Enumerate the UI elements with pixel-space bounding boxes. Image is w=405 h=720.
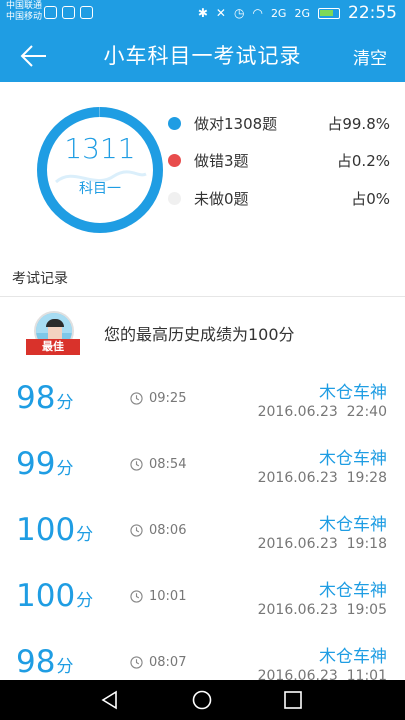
undone-dot-icon <box>168 192 181 205</box>
best-score-text: 您的最高历史成绩为100分 <box>104 325 295 344</box>
battery-icon <box>318 7 340 19</box>
record-score: 98分 <box>16 380 74 416</box>
status-time: 22:55 <box>348 3 397 23</box>
wechat-icon <box>62 6 75 19</box>
correct-arc <box>37 107 163 233</box>
record-user: 木仓车神 <box>319 647 387 667</box>
record-date: 2016.06.23 19:18 <box>257 536 387 552</box>
image-icon <box>80 6 93 19</box>
carrier-info: 中国联通 中国移动 <box>6 1 42 23</box>
record-date: 2016.06.23 19:05 <box>257 602 387 618</box>
mute-icon: ✕ <box>215 6 226 20</box>
record-row[interactable]: 98分 09:25 木仓车神 2016.06.23 22:40 <box>0 366 405 432</box>
record-row[interactable]: 100分 08:06 木仓车神 2016.06.23 19:18 <box>0 498 405 564</box>
nav-home-icon[interactable] <box>192 690 212 710</box>
record-user: 木仓车神 <box>319 515 387 535</box>
carrier-2: 中国移动 <box>6 12 43 22</box>
record-row[interactable]: 99分 08:54 木仓车神 2016.06.23 19:28 <box>0 432 405 498</box>
clock-icon <box>130 656 143 669</box>
record-duration: 08:54 <box>130 457 186 472</box>
carrier-1: 中国联通 <box>6 1 43 11</box>
subject-label: 科目一 <box>79 181 121 197</box>
records-section-title: 考试记录 <box>12 271 68 287</box>
network-type-1: 2G <box>270 6 287 20</box>
clock-icon <box>130 458 143 471</box>
bluetooth-icon: ✱ <box>197 6 208 20</box>
wrong-dot-icon <box>168 154 181 167</box>
system-nav-bar <box>0 680 405 720</box>
record-row[interactable]: 100分 10:01 木仓车神 2016.06.23 19:05 <box>0 564 405 630</box>
summary-panel: 1311 科目一 做对1308题 占99.8% 做错3题 占0.2% 未做0题 … <box>0 82 405 252</box>
clock-icon <box>130 392 143 405</box>
correct-label: 做对1308题 <box>194 115 278 133</box>
best-badge: 最佳 <box>26 339 80 355</box>
record-user: 木仓车神 <box>319 449 387 469</box>
alarm-icon: ◷ <box>233 6 245 20</box>
legend-undone: 未做0题 占0% <box>168 188 390 210</box>
best-score-row: 最佳 您的最高历史成绩为100分 <box>0 297 405 367</box>
record-duration: 08:06 <box>130 523 186 538</box>
record-score: 100分 <box>16 512 94 548</box>
record-duration: 09:25 <box>130 391 186 406</box>
record-score: 98分 <box>16 644 74 680</box>
record-duration: 10:01 <box>130 589 186 604</box>
clock-icon <box>130 524 143 537</box>
app-header: 小车科目一考试记录 清空 <box>0 30 405 82</box>
legend-wrong: 做错3题 占0.2% <box>168 150 390 172</box>
record-date: 2016.06.23 22:40 <box>257 404 387 420</box>
nav-back-icon[interactable] <box>100 690 120 710</box>
correct-percent: 占99.8% <box>327 115 390 133</box>
record-date: 2016.06.23 19:28 <box>257 470 387 486</box>
legend-correct: 做对1308题 占99.8% <box>168 113 390 135</box>
status-bar: 中国联通 中国移动 ✱ ✕ ◷ ◠ 2G 2G 22:55 <box>0 0 405 30</box>
record-duration: 08:07 <box>130 655 186 670</box>
wechat-icon <box>44 6 57 19</box>
record-user: 木仓车神 <box>319 383 387 403</box>
undone-percent: 占0% <box>351 190 390 208</box>
record-score: 100分 <box>16 578 94 614</box>
nav-recents-icon[interactable] <box>283 690 303 710</box>
notification-icons <box>44 6 93 19</box>
record-score: 99分 <box>16 446 74 482</box>
system-icons: ✱ ✕ ◷ ◠ 2G 2G 22:55 <box>198 3 397 23</box>
network-type-2: 2G <box>294 6 310 20</box>
wrong-percent: 占0.2% <box>336 152 390 170</box>
clock-icon <box>130 590 143 603</box>
clear-button[interactable]: 清空 <box>353 44 387 69</box>
progress-ring <box>37 107 163 233</box>
total-count: 1311 <box>64 132 136 165</box>
correct-dot-icon <box>168 117 181 130</box>
page-title: 小车科目一考试记录 <box>103 44 302 68</box>
record-user: 木仓车神 <box>319 581 387 601</box>
undone-label: 未做0题 <box>194 190 249 208</box>
wifi-icon: ◠ <box>252 6 263 20</box>
wrong-label: 做错3题 <box>194 152 249 170</box>
